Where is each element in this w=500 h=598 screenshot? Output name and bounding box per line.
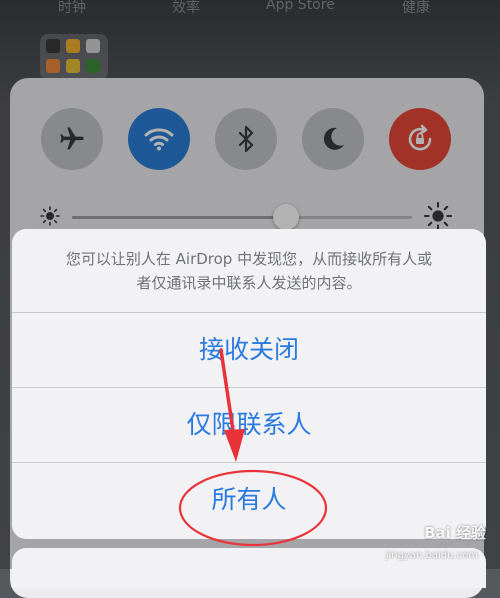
airdrop-action-sheet: 您可以让别人在 AirDrop 中发现您，从而接收所有人或 者仅通讯录中联系人发… — [12, 229, 486, 539]
watermark-url: jingyan.baidu.com — [385, 550, 478, 561]
receiving-off-button[interactable]: 接收关闭 — [12, 335, 486, 365]
baidu-jingyan-watermark: Bai 经验 — [424, 524, 486, 542]
airdrop-message: 您可以让别人在 AirDrop 中发现您，从而接收所有人或 者仅通讯录中联系人发… — [65, 250, 433, 292]
separator — [12, 387, 486, 388]
everyone-button[interactable]: 所有人 — [12, 485, 486, 515]
separator — [12, 462, 486, 463]
separator — [12, 312, 486, 313]
contacts-only-button[interactable]: 仅限联系人 — [12, 410, 486, 440]
